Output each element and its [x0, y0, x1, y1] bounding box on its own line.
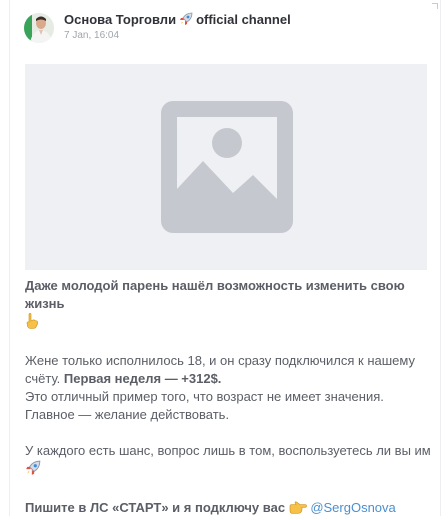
rocket-icon [25, 460, 41, 481]
image-placeholder-icon [161, 101, 293, 233]
post-paragraph-3: У каждого есть шанс, вопрос лишь в том, … [25, 442, 435, 481]
post-body: Даже молодой парень нашёл возможность из… [25, 277, 435, 520]
post-headline: Даже молодой парень нашёл возможность из… [25, 277, 435, 334]
image-placeholder[interactable] [25, 64, 427, 270]
post-cta: Пишите в ЛС «СТАРТ» и я подключу вас @Se… [25, 499, 435, 520]
avatar[interactable] [24, 13, 54, 43]
rocket-icon [179, 12, 193, 31]
channel-name[interactable]: Основа Торговли official channel [64, 11, 291, 31]
post-menu-corner-icon[interactable] [432, 3, 438, 9]
hand-point-down-icon [25, 313, 39, 334]
post-paragraph-1: Жене только исполнилось 18, и он сразу п… [25, 353, 415, 386]
channel-suffix: official channel [196, 12, 291, 27]
post-card: Основа Торговли official channel 7 Jan, 1… [9, 0, 441, 516]
channel-title: Основа Торговли [64, 12, 177, 27]
hand-point-right-icon [289, 501, 307, 520]
post-paragraph-2: Это отличный пример того, что возраст не… [25, 389, 384, 422]
post-date: 7 Jan, 16:04 [64, 30, 120, 41]
avatar-photo-icon [24, 13, 54, 43]
cta-username-link[interactable]: @SergOsnova [310, 500, 395, 515]
